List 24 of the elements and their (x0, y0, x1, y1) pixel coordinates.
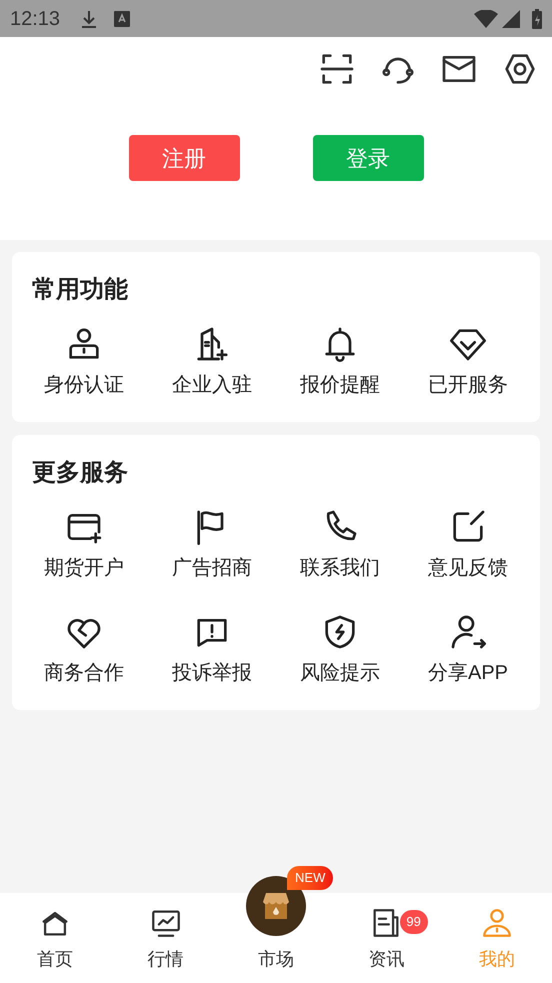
service-item[interactable]: 联系我们 (276, 507, 404, 583)
status-time: 12:13 (10, 6, 60, 32)
download-icon (80, 8, 98, 28)
service-item[interactable]: 报价提醒 (276, 324, 404, 400)
count-badge: 99 (400, 910, 428, 934)
tab-item[interactable]: 行情 (148, 906, 184, 973)
service-item[interactable]: 商务合作 (20, 612, 148, 688)
service-item[interactable]: 广告招商 (148, 507, 276, 583)
section-title: 更多服务 (31, 461, 129, 485)
keyboard-a-icon (114, 10, 130, 26)
service-item[interactable]: 投诉举报 (148, 612, 276, 688)
service-item[interactable]: 已开服务 (404, 324, 532, 400)
service-item[interactable]: 身份认证 (20, 324, 148, 400)
service-item[interactable]: 风险提示 (276, 612, 404, 688)
service-item[interactable]: 分享APP (404, 612, 532, 688)
service-item[interactable]: 意见反馈 (404, 507, 532, 583)
service-item[interactable]: 期货开户 (20, 507, 148, 583)
tab-item[interactable]: 首页 (37, 906, 74, 973)
new-badge: NEW (287, 866, 334, 890)
battery-icon (532, 8, 542, 28)
wifi-icon (474, 10, 498, 28)
section-title: 常用功能 (31, 278, 129, 302)
service-item[interactable]: 企业入驻 (148, 324, 276, 400)
signal-icon (502, 10, 520, 28)
